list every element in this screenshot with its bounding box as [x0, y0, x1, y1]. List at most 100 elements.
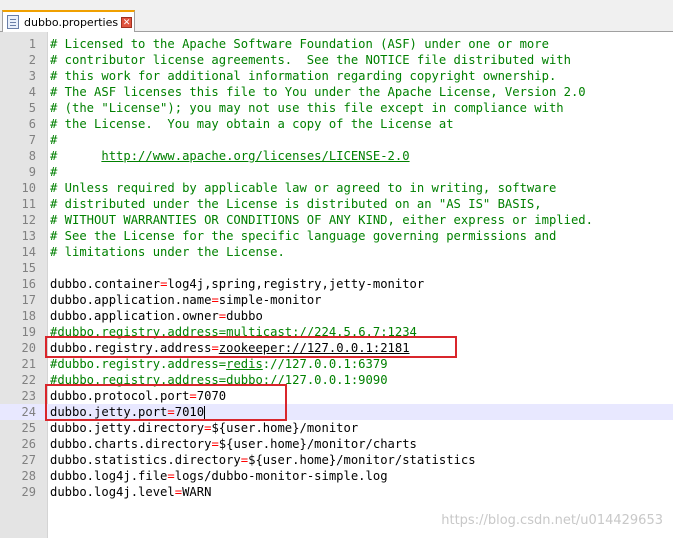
property-value: WARN: [182, 485, 212, 499]
line-text: # the License. You may obtain a copy of …: [50, 116, 454, 132]
line-text: #dubbo.registry.address=dubbo://127.0.0.…: [50, 372, 388, 388]
equals-sign: =: [189, 389, 197, 403]
comment-text: # Unless required by applicable law or a…: [50, 181, 557, 195]
property-key: dubbo.registry.address: [50, 341, 212, 355]
line-number: 13: [21, 229, 36, 243]
line-number: 21: [21, 357, 36, 371]
code-line[interactable]: 17 dubbo.application.name=simple-monitor: [0, 292, 673, 308]
line-text: # Unless required by applicable law or a…: [50, 180, 556, 196]
code-line[interactable]: 25 dubbo.jetty.directory=${user.home}/mon…: [0, 420, 673, 436]
code-line[interactable]: 13 # See the License for the specific lan…: [0, 228, 673, 244]
line-text: # See the License for the specific langu…: [50, 228, 556, 244]
code-line[interactable]: 1 # Licensed to the Apache Software Found…: [0, 36, 673, 52]
property-key: dubbo.jetty.directory: [50, 421, 205, 435]
equals-sign: =: [167, 405, 175, 419]
code-line[interactable]: 7 #: [0, 132, 673, 148]
code-line[interactable]: 9 #: [0, 164, 673, 180]
equals-sign: =: [211, 437, 219, 451]
code-line[interactable]: 3 # this work for additional information …: [0, 68, 673, 84]
property-value: ${user.home}/monitor: [211, 421, 359, 435]
commented-key: #dubbo.registry.address: [50, 357, 219, 371]
code-line[interactable]: 6 # the License. You may obtain a copy of…: [0, 116, 673, 132]
line-text: dubbo.application.owner=dubbo: [50, 308, 263, 324]
comment-prefix: #: [50, 149, 102, 163]
line-text: # WITHOUT WARRANTIES OR CONDITIONS OF AN…: [50, 212, 593, 228]
comment-text: # this work for additional information r…: [50, 69, 557, 83]
code-line[interactable]: 19 #dubbo.registry.address=multicast://22…: [0, 324, 673, 340]
code-line[interactable]: 8 # http://www.apache.org/licenses/LICENS…: [0, 148, 673, 164]
line-number: 4: [28, 85, 36, 99]
line-number: 22: [21, 373, 36, 387]
code-line[interactable]: 24 dubbo.jetty.port=7010: [0, 404, 673, 420]
code-line[interactable]: 29 dubbo.log4j.level=WARN: [0, 484, 673, 500]
watermark: https://blog.csdn.net/u014429653: [441, 513, 663, 528]
code-line[interactable]: 16 dubbo.container=log4j,spring,registry,…: [0, 276, 673, 292]
code-line[interactable]: 11 # distributed under the License is dis…: [0, 196, 673, 212]
line-number: 27: [21, 453, 36, 467]
comment-text: # Licensed to the Apache Software Founda…: [50, 37, 549, 51]
tab-bar: dubbo.properties ✕: [0, 0, 673, 32]
line-text: # The ASF licenses this file to You unde…: [50, 84, 586, 100]
code-line[interactable]: 26 dubbo.charts.directory=${user.home}/mo…: [0, 436, 673, 452]
line-number: 6: [28, 117, 36, 131]
code-line[interactable]: 5 # (the "License"); you may not use this…: [0, 100, 673, 116]
code-line[interactable]: 22 #dubbo.registry.address=dubbo://127.0.…: [0, 372, 673, 388]
line-number: 7: [28, 133, 36, 147]
line-text: dubbo.log4j.level=WARN: [50, 484, 211, 500]
code-line[interactable]: 12 # WITHOUT WARRANTIES OR CONDITIONS OF …: [0, 212, 673, 228]
line-text: dubbo.statistics.directory=${user.home}/…: [50, 452, 476, 468]
line-text: # (the "License"); you may not use this …: [50, 100, 564, 116]
line-text: #: [50, 164, 57, 180]
code-line[interactable]: 15: [0, 260, 673, 276]
tab-dubbo-properties[interactable]: dubbo.properties ✕: [2, 10, 135, 32]
equals-sign: =: [218, 373, 227, 387]
close-icon[interactable]: ✕: [121, 16, 133, 28]
property-value: logs/dubbo-monitor-simple.log: [174, 469, 388, 483]
property-value: dubbo: [226, 309, 263, 323]
commented-key: #dubbo.registry.address: [50, 325, 219, 339]
line-text: dubbo.jetty.directory=${user.home}/monit…: [50, 420, 358, 436]
line-text: #: [50, 132, 57, 148]
file-icon: [7, 15, 19, 29]
property-key: dubbo.application.name: [50, 293, 212, 307]
property-key: dubbo.protocol.port: [50, 389, 190, 403]
line-text: dubbo.container=log4j,spring,registry,je…: [50, 276, 424, 292]
code-line[interactable]: 2 # contributor license agreements. See t…: [0, 52, 673, 68]
line-text: # http://www.apache.org/licenses/LICENSE…: [50, 148, 410, 164]
code-line[interactable]: 20 dubbo.registry.address=zookeeper://127…: [0, 340, 673, 356]
editor[interactable]: 1 # Licensed to the Apache Software Found…: [0, 32, 673, 538]
code-line[interactable]: 4 # The ASF licenses this file to You und…: [0, 84, 673, 100]
code-line[interactable]: 28 dubbo.log4j.file=logs/dubbo-monitor-si…: [0, 468, 673, 484]
code-line[interactable]: 21 #dubbo.registry.address=redis://127.0.…: [0, 356, 673, 372]
url-scheme: multicast: [226, 325, 293, 339]
line-number: 8: [28, 149, 36, 163]
property-value: 7010: [174, 405, 205, 419]
code-line[interactable]: 27 dubbo.statistics.directory=${user.home…: [0, 452, 673, 468]
commented-key: #dubbo.registry.address: [50, 373, 219, 387]
line-number: 1: [28, 37, 36, 51]
line-number: 29: [21, 485, 36, 499]
equals-sign: =: [174, 485, 183, 499]
code-line[interactable]: 23 dubbo.protocol.port=7070: [0, 388, 673, 404]
code-line[interactable]: 14 # limitations under the License.: [0, 244, 673, 260]
code-lines: 1 # Licensed to the Apache Software Found…: [0, 36, 673, 500]
code-line[interactable]: 18 dubbo.application.owner=dubbo: [0, 308, 673, 324]
comment-text: # the License. You may obtain a copy of …: [50, 117, 454, 131]
line-number: 12: [21, 213, 36, 227]
line-number: 9: [28, 165, 36, 179]
property-key: dubbo.statistics.directory: [50, 453, 241, 467]
equals-sign: =: [218, 325, 227, 339]
property-value: log4j,spring,registry,jetty-monitor: [167, 277, 425, 291]
property-key: dubbo.jetty.port: [50, 405, 168, 419]
comment-text: # (the "License"); you may not use this …: [50, 101, 564, 115]
code-line[interactable]: 10 # Unless required by applicable law or…: [0, 180, 673, 196]
line-number: 19: [21, 325, 36, 339]
line-number: 26: [21, 437, 36, 451]
line-number: 17: [21, 293, 36, 307]
line-number: 10: [21, 181, 36, 195]
property-key: dubbo.container: [50, 277, 161, 291]
comment-text: # distributed under the License is distr…: [50, 197, 542, 211]
line-number: 23: [21, 389, 36, 403]
line-text: dubbo.charts.directory=${user.home}/moni…: [50, 436, 417, 452]
property-key: dubbo.log4j.file: [50, 469, 168, 483]
